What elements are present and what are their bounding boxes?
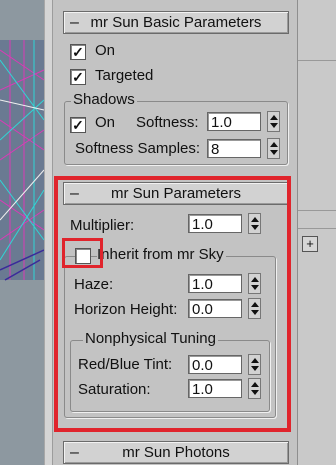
- spinner-up-icon: [270, 142, 278, 147]
- divider: [298, 210, 336, 211]
- spinner-down-icon: [270, 123, 278, 128]
- softness-input[interactable]: 1.0: [207, 112, 261, 131]
- viewport-frame: [44, 0, 52, 465]
- softness-spinner[interactable]: [267, 111, 280, 132]
- softness-samples-spinner[interactable]: [267, 138, 280, 159]
- divider: [298, 60, 336, 61]
- softness-samples-input[interactable]: 8: [207, 139, 261, 158]
- plus-button[interactable]: +: [302, 236, 318, 252]
- scene-viewport[interactable]: [0, 0, 52, 465]
- spinner-up-icon: [270, 115, 278, 120]
- divider: [298, 228, 336, 229]
- highlight-inherit-box: [62, 238, 103, 268]
- targeted-label: Targeted: [95, 67, 154, 84]
- collapse-icon: –: [70, 444, 79, 461]
- rollout-title: mr Sun Basic Parameters: [90, 14, 262, 31]
- collapse-icon: –: [70, 14, 79, 31]
- on-checkbox[interactable]: ✓: [70, 44, 86, 60]
- highlight-params-box: [54, 176, 291, 432]
- shadows-on-label: On: [95, 114, 116, 131]
- on-label: On: [95, 42, 116, 59]
- spinner-down-icon: [270, 150, 278, 155]
- softness-samples-label: Softness Samples:: [75, 140, 201, 157]
- rollout-title: mr Sun Photons: [122, 444, 230, 461]
- shadows-on-checkbox[interactable]: ✓: [70, 117, 86, 133]
- sun-photons-rollout-header[interactable]: – mr Sun Photons: [63, 441, 289, 464]
- shadows-group-title: Shadows: [71, 91, 137, 108]
- adjacent-panel: +: [297, 0, 336, 465]
- basic-params-rollout-header[interactable]: – mr Sun Basic Parameters: [63, 11, 289, 34]
- softness-label: Softness:: [136, 114, 199, 131]
- targeted-checkbox[interactable]: ✓: [70, 69, 86, 85]
